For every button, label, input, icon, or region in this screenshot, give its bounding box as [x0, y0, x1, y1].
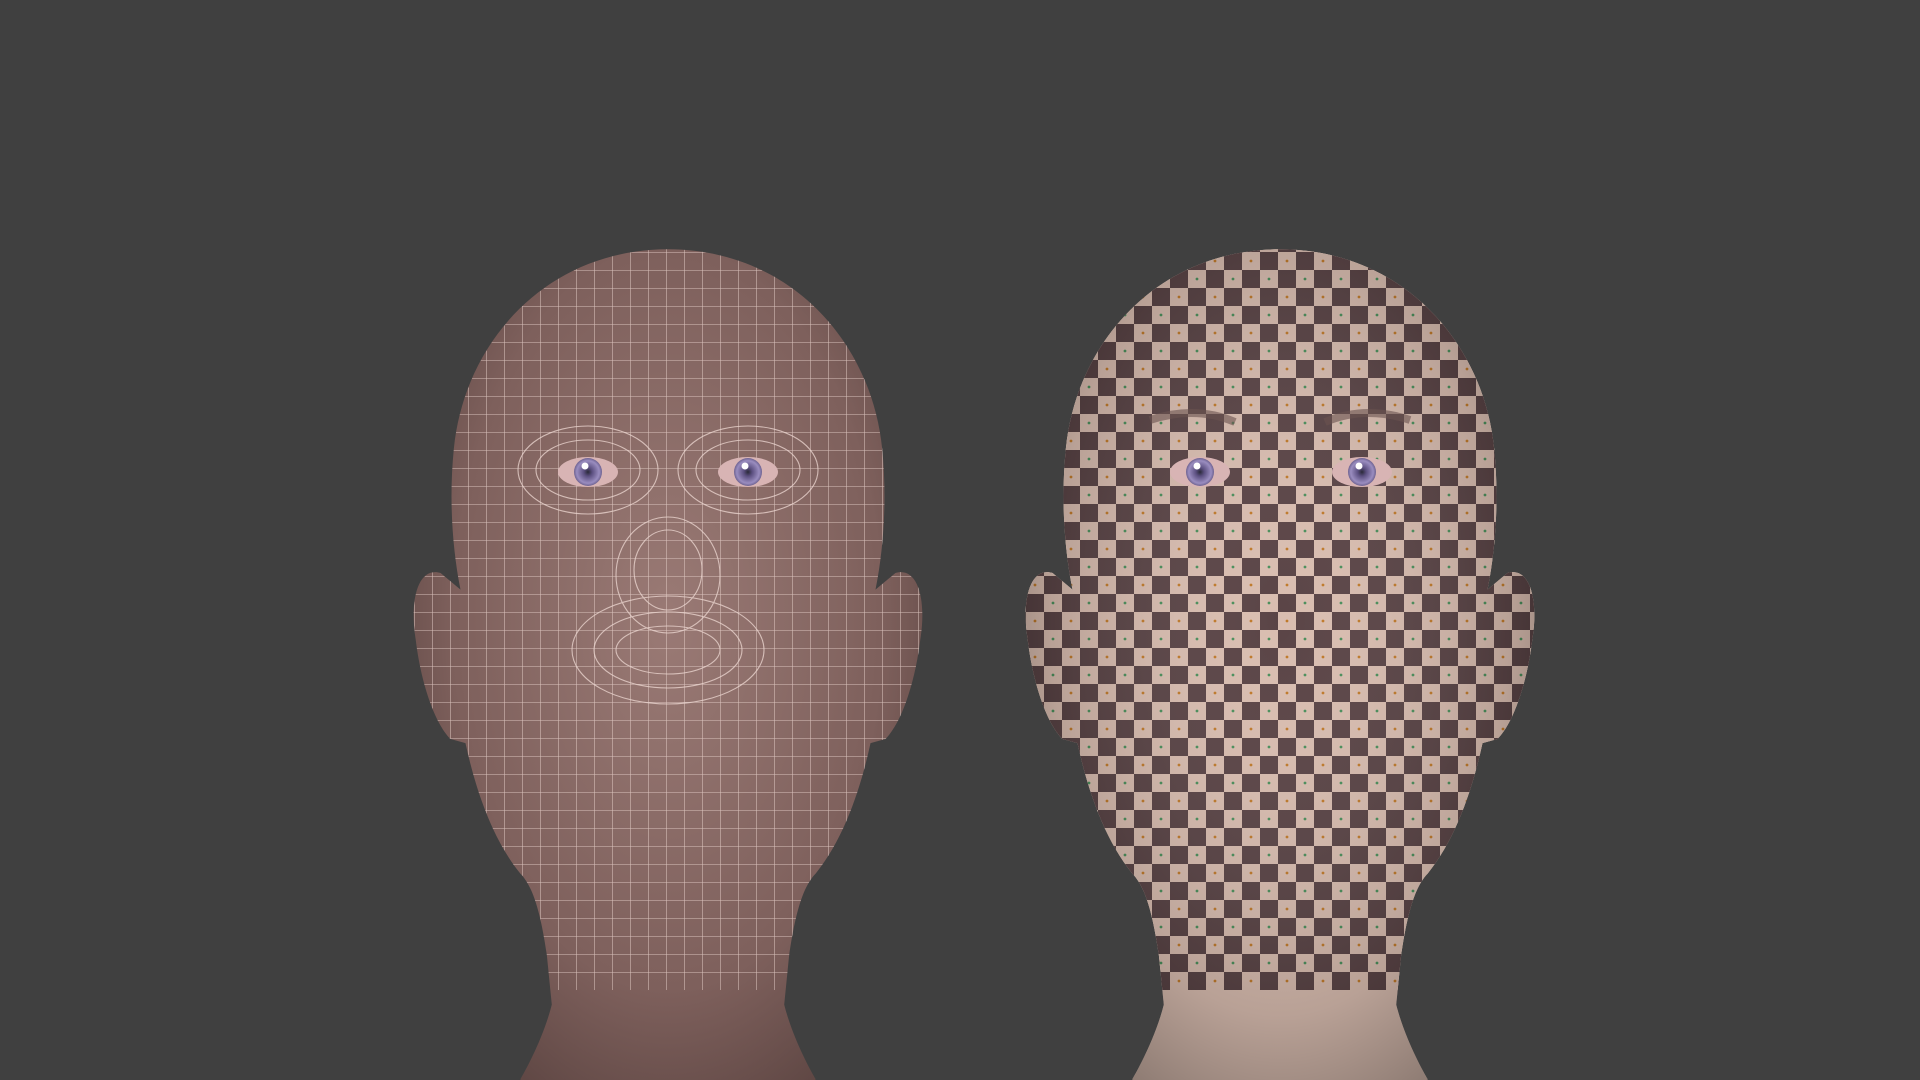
wireframe-right-eye: [718, 457, 778, 487]
uv-checker-head[interactable]: [1010, 230, 1550, 1080]
render-canvas: [400, 230, 1550, 1080]
wireframe-left-eye: [558, 457, 618, 487]
checker-right-eye: [1332, 457, 1392, 487]
wireframe-head[interactable]: [400, 230, 940, 1080]
3d-viewport[interactable]: [0, 0, 1920, 1080]
checker-left-eye: [1170, 457, 1230, 487]
